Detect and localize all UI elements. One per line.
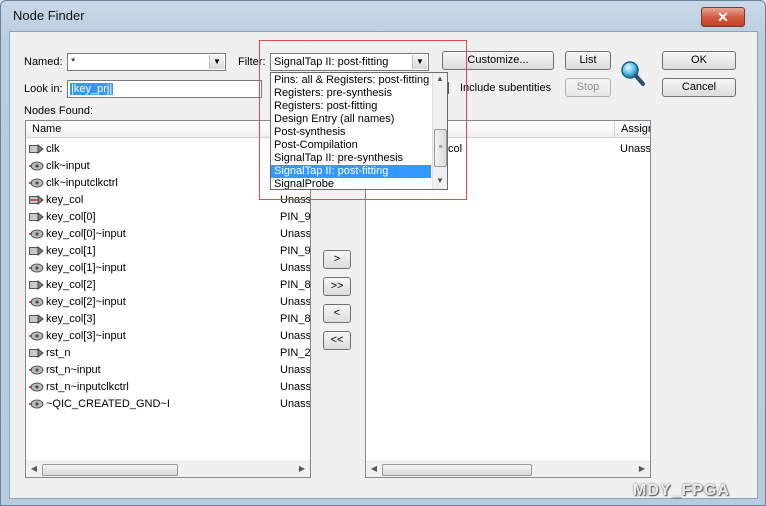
input-pin-icon (29, 314, 44, 324)
annotation-highlight-box (259, 40, 467, 200)
combinational-node-icon (29, 263, 44, 273)
remove-all-button[interactable]: << (323, 331, 351, 350)
node-name: key_col[1] (46, 245, 96, 257)
node-name: ~QIC_CREATED_GND~I (46, 398, 170, 410)
scrollbar-thumb[interactable] (382, 464, 532, 476)
look-in-label: Look in: (24, 83, 63, 95)
node-name: key_col[2]~input (46, 296, 126, 308)
table-row[interactable]: key_col[2]~input Unass (26, 294, 310, 311)
include-subentities-label: Include subentities (460, 82, 552, 94)
node-name: key_col[3]~input (46, 330, 126, 342)
scroll-left-icon[interactable]: ◀ (368, 464, 380, 473)
node-name: rst_n (46, 347, 71, 359)
look-in-value: |key_prj| (70, 83, 114, 95)
nodes-found-label: Nodes Found: (24, 105, 94, 117)
node-name: key_col (46, 194, 84, 206)
scrollbar-thumb[interactable] (42, 464, 178, 476)
node-name: rst_n~input (46, 364, 101, 376)
ok-button[interactable]: OK (662, 51, 736, 70)
title-bar[interactable]: Node Finder ✕ (1, 1, 765, 31)
window-title: Node Finder (13, 8, 85, 23)
input-pin-icon (29, 144, 44, 154)
named-combo[interactable]: * ▼ (67, 53, 226, 71)
add-selected-button[interactable]: > (323, 250, 351, 269)
table-row[interactable]: rst_n PIN_2 (26, 345, 310, 362)
scroll-left-icon[interactable]: ◀ (28, 464, 40, 473)
combinational-node-icon (29, 382, 44, 392)
node-assignment: Unass (280, 262, 311, 274)
node-name: clk~inputclkctrl (46, 177, 118, 189)
input-pin-icon (29, 212, 44, 222)
watermark: MDY_FPGA (633, 482, 730, 499)
node-assignment: PIN_8 (280, 313, 311, 325)
list-button[interactable]: List (565, 51, 611, 70)
node-assignment: Unass (280, 381, 311, 393)
stop-button[interactable]: Stop (565, 78, 611, 97)
close-button[interactable]: ✕ (701, 7, 745, 27)
combinational-node-icon (29, 178, 44, 188)
input-pin-icon (29, 246, 44, 256)
node-name: rst_n~inputclkctrl (46, 381, 129, 393)
remove-selected-button[interactable]: < (323, 304, 351, 323)
named-value: * (71, 56, 76, 68)
node-assignment: Unass (280, 398, 311, 410)
selected-node-assignment: Unass (620, 143, 651, 155)
node-name: key_col[0]~input (46, 228, 126, 240)
column-header-assign[interactable]: Assign (614, 121, 650, 138)
input-pin-icon (29, 280, 44, 290)
table-row[interactable]: key_col[0]~input Unass (26, 226, 310, 243)
named-label: Named: (24, 56, 63, 68)
node-assignment: PIN_9 (280, 245, 311, 257)
node-assignment: Unass (280, 228, 311, 240)
add-all-button[interactable]: >> (323, 277, 351, 296)
table-row[interactable]: key_col[1]~input Unass (26, 260, 310, 277)
node-assignment: Unass (280, 330, 311, 342)
node-name: key_col[1]~input (46, 262, 126, 274)
combinational-node-icon (29, 331, 44, 341)
combinational-node-icon (29, 161, 44, 171)
close-icon: ✕ (717, 9, 729, 25)
horizontal-scrollbar-selected[interactable]: ◀ ▶ (366, 461, 650, 477)
table-row[interactable]: rst_n~inputclkctrl Unass (26, 379, 310, 396)
node-name: key_col[0] (46, 211, 96, 223)
node-assignment: PIN_8 (280, 279, 311, 291)
node-assignment: Unass (280, 296, 311, 308)
combinational-node-icon (29, 399, 44, 409)
combinational-node-icon (29, 229, 44, 239)
node-name: key_col[3] (46, 313, 96, 325)
input-pin-icon (29, 195, 44, 205)
input-pin-icon (29, 348, 44, 358)
table-row[interactable]: key_col[1] PIN_9 (26, 243, 310, 260)
node-name: key_col[2] (46, 279, 96, 291)
combinational-node-icon (29, 297, 44, 307)
node-assignment: PIN_9 (280, 211, 311, 223)
table-row[interactable]: key_col[0] PIN_9 (26, 209, 310, 226)
chevron-down-icon[interactable]: ▼ (209, 55, 224, 69)
node-assignment: PIN_2 (280, 347, 311, 359)
node-name: clk~input (46, 160, 90, 172)
scroll-right-icon[interactable]: ▶ (296, 464, 308, 473)
table-row[interactable]: ~QIC_CREATED_GND~I Unass (26, 396, 310, 413)
table-row[interactable]: key_col[3]~input Unass (26, 328, 310, 345)
node-finder-window: Node Finder ✕ Named: * ▼ Filter: SignalT… (0, 0, 766, 506)
horizontal-scrollbar[interactable]: ◀ ▶ (26, 461, 310, 477)
scroll-right-icon[interactable]: ▶ (636, 464, 648, 473)
column-header-name[interactable]: Name (26, 121, 280, 138)
table-row[interactable]: key_col[3] PIN_8 (26, 311, 310, 328)
table-row[interactable]: key_col[2] PIN_8 (26, 277, 310, 294)
combinational-node-icon (29, 365, 44, 375)
table-row[interactable]: rst_n~input Unass (26, 362, 310, 379)
dialog-body: Named: * ▼ Filter: SignalTap II: post-fi… (9, 31, 758, 499)
look-in-field[interactable]: |key_prj| (67, 80, 262, 98)
cancel-button[interactable]: Cancel (662, 78, 736, 97)
node-name: clk (46, 143, 60, 155)
node-assignment: Unass (280, 364, 311, 376)
search-icon (621, 61, 645, 86)
